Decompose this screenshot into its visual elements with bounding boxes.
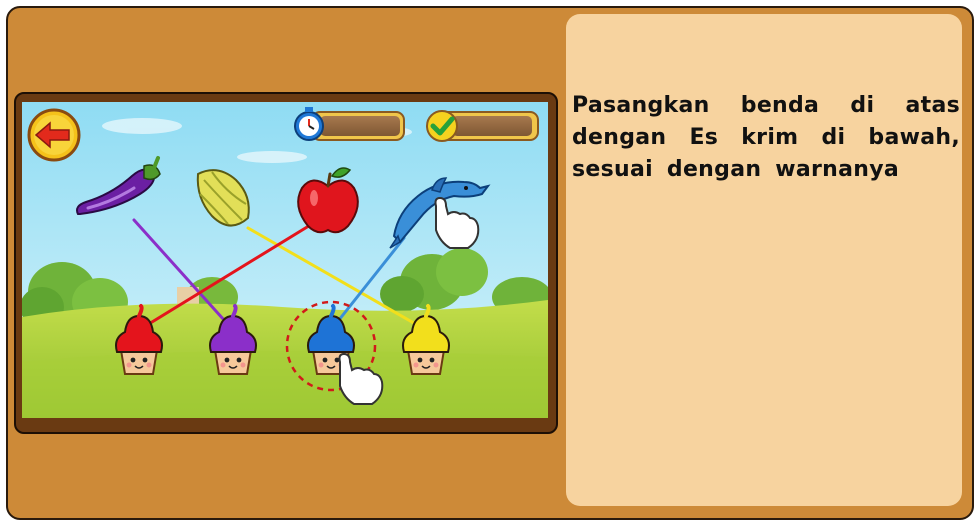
game-screen [22, 102, 548, 418]
instruction-panel [566, 14, 962, 506]
instruction-text: Pasangkan benda di atas dengan Es krim d… [572, 93, 960, 182]
timer-bar [294, 107, 405, 141]
back-button[interactable] [27, 108, 81, 162]
grass-foreground [22, 350, 548, 418]
checkmark-icon [426, 110, 458, 142]
score-bar [426, 110, 539, 142]
